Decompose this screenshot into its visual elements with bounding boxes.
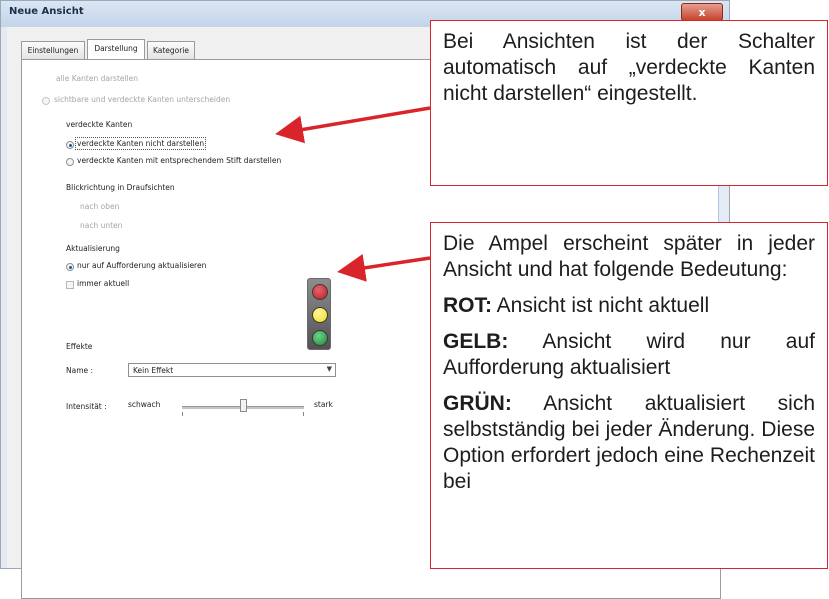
note1-text: Bei Ansichten ist der Schalter automatis… bbox=[443, 30, 815, 105]
rot-text: Ansicht ist nicht aktuell bbox=[492, 294, 710, 317]
note2-gruen-line: GRÜN: Ansicht aktualisiert sich selbstst… bbox=[443, 391, 815, 495]
rot-label: ROT: bbox=[443, 294, 492, 317]
annotation-note-traffic-light: Die Ampel erscheint später in jeder Ansi… bbox=[430, 222, 828, 569]
arrow-to-traffic-light bbox=[337, 254, 431, 282]
annotation-note-hidden-edges: Bei Ansichten ist der Schalter automatis… bbox=[430, 20, 828, 186]
note2-gelb-line: GELB: Ansicht wird nur auf Aufforderung … bbox=[443, 329, 815, 381]
arrow-to-hidden-edges-option bbox=[275, 106, 431, 144]
gelb-label: GELB: bbox=[443, 330, 509, 353]
note2-rot-line: ROT: Ansicht ist nicht aktuell bbox=[443, 293, 815, 319]
note2-intro-text: Die Ampel erscheint später in jeder Ansi… bbox=[443, 232, 815, 281]
gruen-label: GRÜN: bbox=[443, 392, 512, 415]
